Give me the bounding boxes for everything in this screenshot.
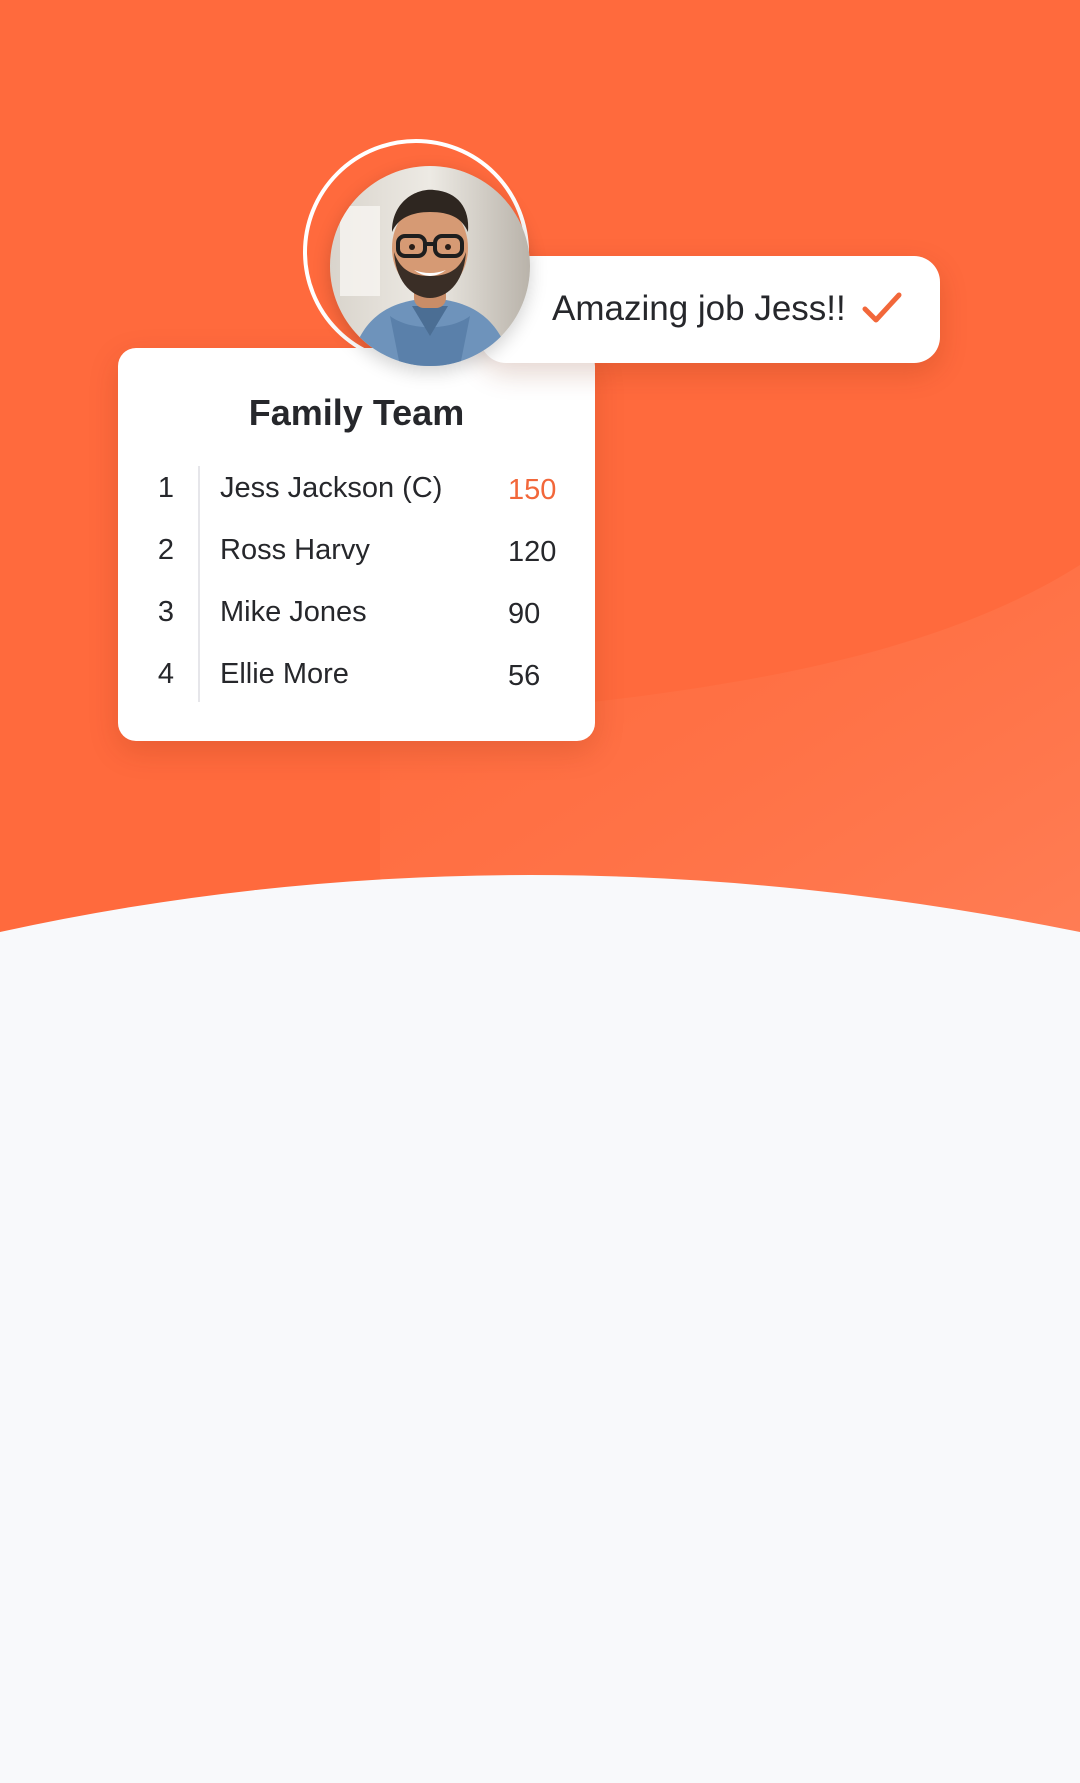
leaderboard-card: Family Team 1 Jess Jackson (C) 150 2 Ros…	[118, 348, 595, 741]
row-score: 90	[508, 598, 541, 630]
leaderboard-row[interactable]: 3 Mike Jones 90	[118, 588, 595, 638]
row-rank: 1	[157, 472, 175, 504]
checkmark-icon	[862, 292, 902, 323]
toast-message: Amazing job Jess!!	[552, 289, 846, 328]
leaderboard-row[interactable]: 2 Ross Harvy 120	[118, 526, 595, 576]
row-score: 120	[508, 536, 557, 568]
praise-toast[interactable]: Amazing job Jess!!	[480, 256, 940, 363]
leaderboard-row[interactable]: 1 Jess Jackson (C) 150	[118, 464, 595, 514]
row-name: Mike Jones	[220, 596, 367, 628]
leaderboard-row[interactable]: 4 Ellie More 56	[118, 650, 595, 700]
row-rank: 4	[157, 658, 175, 690]
row-name: Ross Harvy	[220, 534, 370, 566]
row-score: 56	[508, 660, 541, 692]
row-rank: 3	[157, 596, 175, 628]
row-name: Jess Jackson (C)	[220, 472, 443, 504]
leaderboard-title: Family Team	[248, 392, 465, 433]
avatar-photo-icon	[330, 166, 530, 366]
row-score: 150	[508, 474, 557, 506]
row-rank: 2	[157, 534, 175, 566]
row-name: Ellie More	[220, 658, 349, 690]
avatar[interactable]	[330, 166, 530, 366]
